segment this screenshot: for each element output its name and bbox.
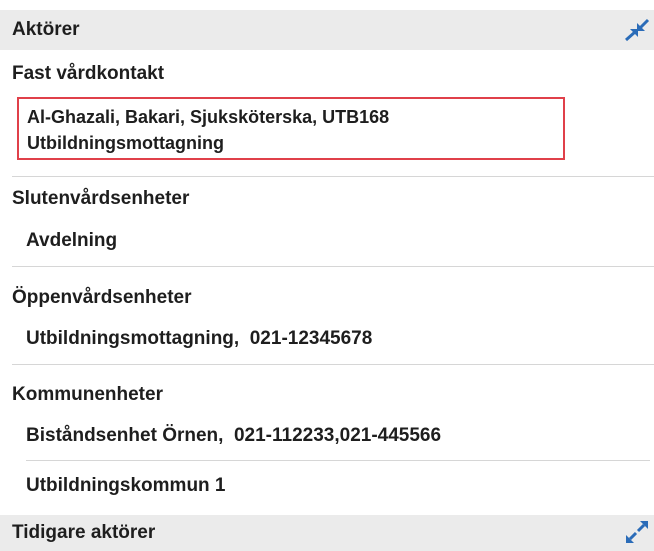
- fast-vardkontakt-line1: Al-Ghazali, Bakari, Sjuksköterska, UTB16…: [27, 107, 390, 127]
- actors-panel-header[interactable]: Aktörer: [0, 10, 654, 50]
- divider: [26, 460, 650, 461]
- previous-actors-panel-title: Tidigare aktörer: [12, 522, 156, 543]
- oppenvard-label: Öppenvårdsenheter: [12, 287, 192, 308]
- oppenvard-item[interactable]: Utbildningsmottagning, 021-12345678: [26, 328, 372, 350]
- fast-vardkontakt-line2: Utbildningsmottagning: [27, 133, 224, 153]
- fast-vardkontakt-highlight[interactable]: Al-Ghazali, Bakari, Sjuksköterska, UTB16…: [17, 97, 565, 160]
- kommun-item-bistandsenhet[interactable]: Biståndsenhet Örnen, 021-112233,021-4455…: [26, 425, 441, 447]
- fast-vardkontakt-label: Fast vårdkontakt: [12, 63, 165, 84]
- previous-actors-panel-header[interactable]: Tidigare aktörer: [0, 515, 654, 551]
- kommun-label: Kommunenheter: [12, 384, 163, 405]
- slutenvard-label: Slutenvårdsenheter: [12, 188, 190, 209]
- collapse-arrows-icon[interactable]: [622, 18, 652, 44]
- slutenvard-item-avdelning[interactable]: Avdelning: [26, 230, 117, 252]
- divider: [12, 364, 654, 365]
- kommun-item-utbildningskommun[interactable]: Utbildningskommun 1: [26, 475, 226, 497]
- divider: [12, 176, 654, 177]
- actors-panel-title: Aktörer: [12, 19, 80, 40]
- expand-arrows-icon[interactable]: [622, 521, 652, 547]
- divider: [12, 266, 654, 267]
